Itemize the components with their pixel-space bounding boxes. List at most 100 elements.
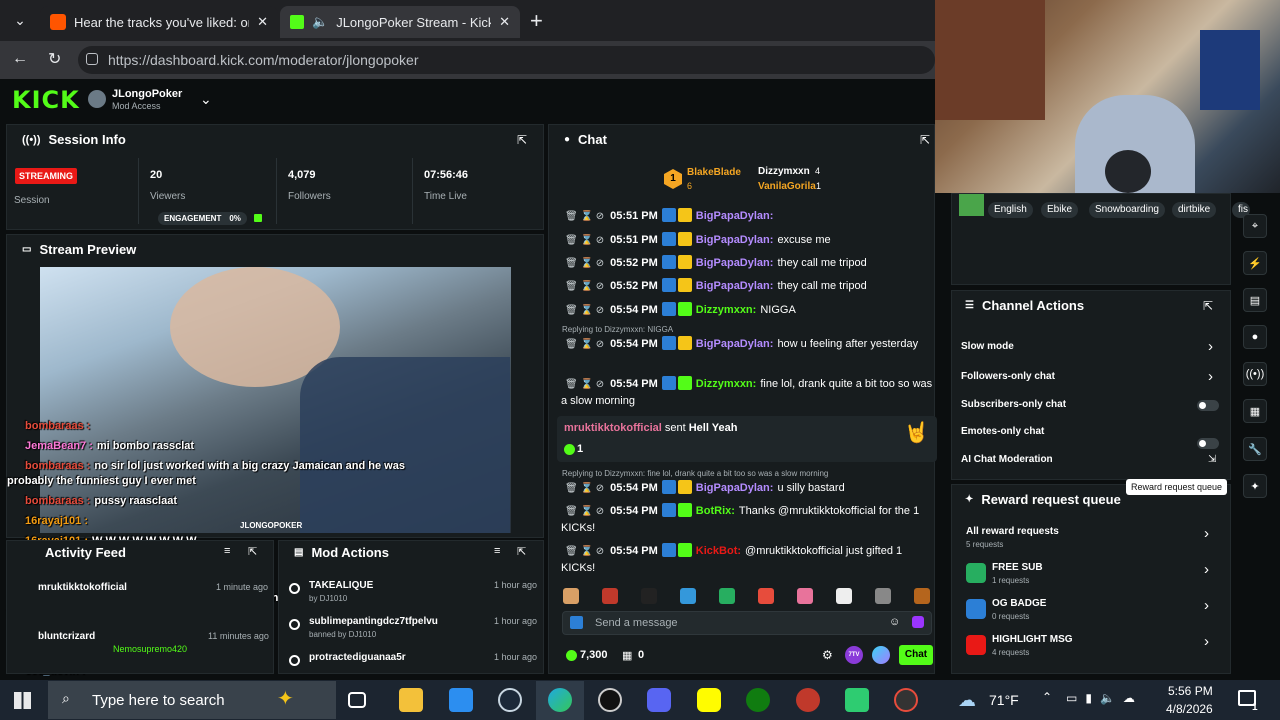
toggle-switch[interactable] xyxy=(1197,438,1219,449)
chat-username[interactable]: BigPapaDylan: xyxy=(696,210,774,222)
popout-icon[interactable]: ⇱ xyxy=(517,133,527,147)
broadcast-icon[interactable]: ((•)) xyxy=(1243,362,1267,386)
emote-icon[interactable] xyxy=(797,588,813,604)
chat-mod-tools-icons[interactable]: 🗑 ⌛ ⊘ xyxy=(565,506,604,517)
windows-start-icon[interactable] xyxy=(14,692,31,709)
wrench-icon[interactable]: 🔧 xyxy=(1243,437,1267,461)
reward-name[interactable]: OG BADGE xyxy=(992,598,1046,609)
chevron-right-icon[interactable]: › xyxy=(1208,338,1213,355)
weather-temp[interactable]: 71°F xyxy=(989,692,1019,708)
chat-mod-tools-icons[interactable]: 🗑 ⌛ ⊘ xyxy=(565,235,604,246)
reload-icon[interactable]: ↻ xyxy=(48,49,61,69)
close-icon[interactable]: ✕ xyxy=(499,14,510,30)
channel-action-label[interactable]: Emotes-only chat xyxy=(961,426,1044,437)
new-tab-button[interactable]: + xyxy=(530,8,543,34)
site-info-icon[interactable] xyxy=(86,53,98,65)
kick-logo[interactable]: KICK xyxy=(12,86,80,114)
channel-action-label[interactable]: Followers-only chat xyxy=(961,371,1055,382)
7tv-icon[interactable]: 7TV xyxy=(845,646,863,664)
snapchat-icon[interactable] xyxy=(697,688,721,712)
popout-icon[interactable]: ⇱ xyxy=(1203,299,1213,313)
emote-icon[interactable] xyxy=(602,588,618,604)
emote-icon[interactable] xyxy=(680,588,696,604)
stream-tag[interactable]: Snowboarding xyxy=(1089,202,1165,218)
external-link-icon[interactable]: ⇲ xyxy=(1208,454,1216,465)
address-bar[interactable]: https://dashboard.kick.com/moderator/jlo… xyxy=(78,46,935,74)
clock-date[interactable]: 4/8/2026 xyxy=(1166,702,1213,716)
channel-action-label[interactable]: Subscribers-only chat xyxy=(961,399,1066,410)
chevron-right-icon[interactable]: › xyxy=(1204,525,1209,542)
kicks-balance[interactable]: 7,300 xyxy=(580,649,608,661)
chat-username[interactable]: Dizzymxxn: xyxy=(696,304,757,316)
chevron-right-icon[interactable]: › xyxy=(1204,597,1209,614)
stream-tag[interactable]: dirtbike xyxy=(1172,202,1217,218)
chat-mod-tools-icons[interactable]: 🗑 ⌛ ⊘ xyxy=(565,483,604,494)
toggle-switch[interactable] xyxy=(1197,400,1219,411)
reward-name[interactable]: HIGHLIGHT MSG xyxy=(992,634,1073,645)
emote-icon[interactable] xyxy=(875,588,891,604)
filter-icon[interactable]: ≡ xyxy=(224,545,230,557)
emoji-icon[interactable]: ☺ xyxy=(889,616,900,628)
list-icon[interactable]: ▦ xyxy=(1243,399,1267,423)
channel-action-label[interactable]: Slow mode xyxy=(961,341,1014,352)
reward-name[interactable]: FREE SUB xyxy=(992,562,1043,573)
reward-name[interactable]: All reward requests xyxy=(966,526,1059,537)
app-icon[interactable] xyxy=(845,688,869,712)
chevron-right-icon[interactable]: › xyxy=(1204,633,1209,650)
chat-username[interactable]: Dizzymxxn: xyxy=(696,378,757,390)
chat-mod-tools-icons[interactable]: 🗑 ⌛ ⊘ xyxy=(565,305,604,316)
file-explorer-icon[interactable] xyxy=(399,688,423,712)
tray-chevron-icon[interactable]: ⌃ xyxy=(1042,690,1052,704)
back-icon[interactable]: ← xyxy=(12,50,28,68)
emote-icon[interactable] xyxy=(836,588,852,604)
chat-username[interactable]: KickBot: xyxy=(696,545,741,557)
task-view-icon[interactable] xyxy=(348,692,366,708)
popout-icon[interactable]: ⇱ xyxy=(248,545,257,558)
tab-soundcloud[interactable]: Hear the tracks you've liked: on So ✕ xyxy=(40,6,278,38)
points-balance[interactable]: 0 xyxy=(638,649,644,661)
lightning-icon[interactable]: ⚡ xyxy=(1243,251,1267,275)
chat-username[interactable]: BotRix: xyxy=(696,505,735,517)
stream-tag[interactable]: English xyxy=(988,202,1033,218)
mod-action-user[interactable]: protractediguanaa5r xyxy=(309,652,406,663)
app-icon[interactable] xyxy=(796,688,820,712)
chat-mod-tools-icons[interactable]: 🗑 ⌛ ⊘ xyxy=(565,379,604,390)
store-icon[interactable] xyxy=(449,688,473,712)
chevron-down-icon[interactable]: ⌄ xyxy=(200,91,212,108)
chat-username[interactable]: BigPapaDylan: xyxy=(696,280,774,292)
emote-icon[interactable] xyxy=(914,588,930,604)
speaker-icon[interactable]: 🔈 xyxy=(312,14,328,30)
chat-username[interactable]: BigPapaDylan: xyxy=(696,338,774,350)
obs-icon[interactable] xyxy=(598,688,622,712)
edge-icon[interactable] xyxy=(548,688,572,712)
mod-action-user[interactable]: sublimepantingdcz7tfpelvu xyxy=(309,616,438,627)
popout-icon[interactable]: ⇱ xyxy=(517,545,526,558)
chat-bubble-icon[interactable]: ● xyxy=(1243,325,1267,349)
steam-icon[interactable] xyxy=(498,688,522,712)
gifter-name[interactable]: VanilaGorila xyxy=(758,181,816,192)
tray-icons[interactable]: ▭▮🔈☁ xyxy=(1066,691,1143,705)
top-gifter-name[interactable]: BlakeBlade xyxy=(687,167,741,178)
app-icon[interactable] xyxy=(894,688,918,712)
reward-icon[interactable]: ✦ xyxy=(1243,474,1267,498)
chat-mod-tools-icons[interactable]: 🗑 ⌛ ⊘ xyxy=(565,211,604,222)
tab-kick-dashboard[interactable]: 🔈 JLongoPoker Stream - Kick Da ✕ xyxy=(280,6,520,38)
chat-mod-tools-icons[interactable]: 🗑 ⌛ ⊘ xyxy=(565,546,604,557)
gif-icon[interactable] xyxy=(872,646,890,664)
close-icon[interactable]: ✕ xyxy=(257,14,268,30)
chevron-right-icon[interactable]: › xyxy=(1204,561,1209,578)
clock-time[interactable]: 5:56 PM xyxy=(1168,684,1213,698)
chat-username[interactable]: BigPapaDylan: xyxy=(696,257,774,269)
emote-icon[interactable] xyxy=(641,588,657,604)
chat-mod-tools-icons[interactable]: 🗑 ⌛ ⊘ xyxy=(565,258,604,269)
capture-icon[interactable]: ⌖ xyxy=(1243,214,1267,238)
document-icon[interactable]: ▤ xyxy=(1243,288,1267,312)
mod-action-user[interactable]: TAKEALIQUE xyxy=(309,580,373,591)
gift-user[interactable]: mruktikktokofficial xyxy=(564,422,662,434)
channel-action-label[interactable]: AI Chat Moderation xyxy=(961,454,1053,465)
gifter-name[interactable]: Dizzymxxn xyxy=(758,166,810,177)
xbox-icon[interactable] xyxy=(746,688,770,712)
settings-gear-icon[interactable]: ⚙ xyxy=(822,648,833,662)
popout-icon[interactable]: ⇱ xyxy=(920,133,930,147)
chevron-right-icon[interactable]: › xyxy=(1208,368,1213,385)
